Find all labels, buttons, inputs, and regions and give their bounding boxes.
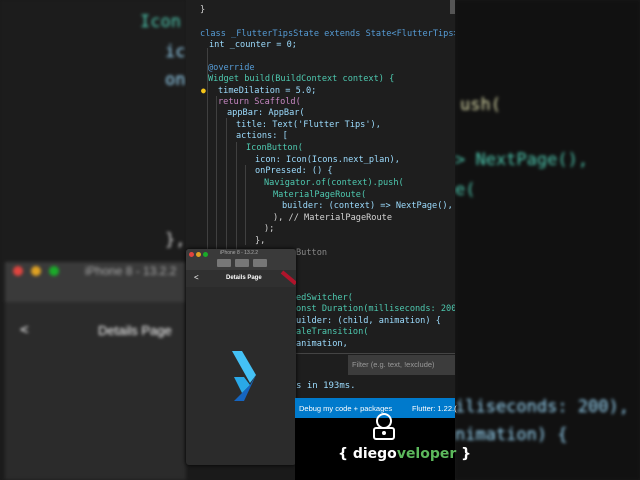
blurred-background-left: Icon ico onP }, iPhone 8 - 13.2.2 < Deta…: [0, 0, 186, 480]
bg-text: },: [165, 230, 186, 250]
flutter-logo: [232, 351, 256, 401]
code-line: onst Duration(milliseconds: 200),: [296, 304, 455, 314]
simulator-title: iPhone 8 - 13.2.2: [220, 250, 259, 256]
code-line: );: [264, 224, 275, 234]
page-title: Details Page: [226, 275, 262, 281]
code-line: IconButton(: [246, 143, 303, 153]
back-button[interactable]: <: [194, 273, 199, 282]
screenshot-button[interactable]: [217, 259, 231, 267]
code-line: MaterialPageRoute(: [273, 190, 367, 200]
simulator-titlebar: iPhone 8 - 13.2.2: [186, 249, 296, 270]
blurred-background-right: ush( > NextPage(), e( iliseconds: 200), …: [455, 0, 640, 480]
code-line: Widget build(BuildContext context) {: [208, 74, 395, 84]
home-button[interactable]: [235, 259, 249, 267]
bg-text: e(: [455, 180, 476, 200]
debug-output: s in 193ms.: [296, 381, 356, 391]
bg-text: iPhone 8 - 13.2.2: [85, 264, 177, 278]
code-line: onPressed: () {: [255, 166, 333, 176]
close-icon[interactable]: [189, 252, 194, 257]
bg-text: nimation) {: [455, 425, 568, 445]
code-line: ), // MaterialPageRoute: [273, 213, 392, 223]
lightbulb-icon[interactable]: ●: [201, 86, 206, 95]
code-line: class _FlutterTipsState extends State<Fl…: [200, 29, 455, 39]
code-line: },: [255, 236, 266, 246]
code-line: edSwitcher(: [296, 293, 353, 303]
bg-text: ush(: [460, 95, 501, 115]
filter-input[interactable]: Filter (e.g. text, !exclude): [348, 355, 455, 375]
bg-text: > NextPage(),: [455, 150, 589, 170]
flutter-version[interactable]: Flutter: 1.22.(: [412, 404, 457, 413]
app-bar: < Details Page: [186, 270, 296, 287]
scrollbar[interactable]: [450, 0, 455, 14]
bg-text: Icon: [140, 12, 181, 32]
code-line: aleTransition(: [296, 327, 369, 337]
code-line: return Scaffold(: [218, 97, 301, 107]
code-line: int _counter = 0;: [209, 40, 297, 50]
minimize-icon[interactable]: [196, 252, 201, 257]
bg-text: onP: [165, 70, 186, 90]
simulator-window: iPhone 8 - 13.2.2 < Details Page: [186, 249, 296, 465]
bg-text: iliseconds: 200),: [455, 397, 629, 417]
code-line: title: Text('Flutter Tips'),: [236, 120, 381, 130]
brand-logo: { diegoveloper }: [338, 446, 472, 462]
code-line: icon: Icon(Icons.next_plan),: [255, 155, 400, 165]
debug-banner: [280, 270, 296, 286]
code-line: Navigator.of(context).push(: [264, 178, 404, 188]
code-line: animation,: [296, 339, 348, 349]
code-line: Button: [296, 248, 328, 258]
bg-text: ico: [165, 42, 186, 62]
code-line: builder: (context) => NextPage(),: [282, 201, 453, 211]
code-line: @override: [208, 63, 255, 73]
code-line: uilder: (child, animation) {: [296, 316, 441, 326]
code-line: appBar: AppBar(: [227, 108, 305, 118]
rotate-button[interactable]: [253, 259, 267, 267]
maximize-icon[interactable]: [203, 252, 208, 257]
code-line: timeDilation = 5.0;: [218, 86, 317, 96]
code-line: }: [200, 5, 206, 15]
bg-text: Details Page: [98, 323, 172, 338]
code-line: actions: [: [236, 131, 288, 141]
hacker-laptop-icon: [373, 413, 395, 440]
